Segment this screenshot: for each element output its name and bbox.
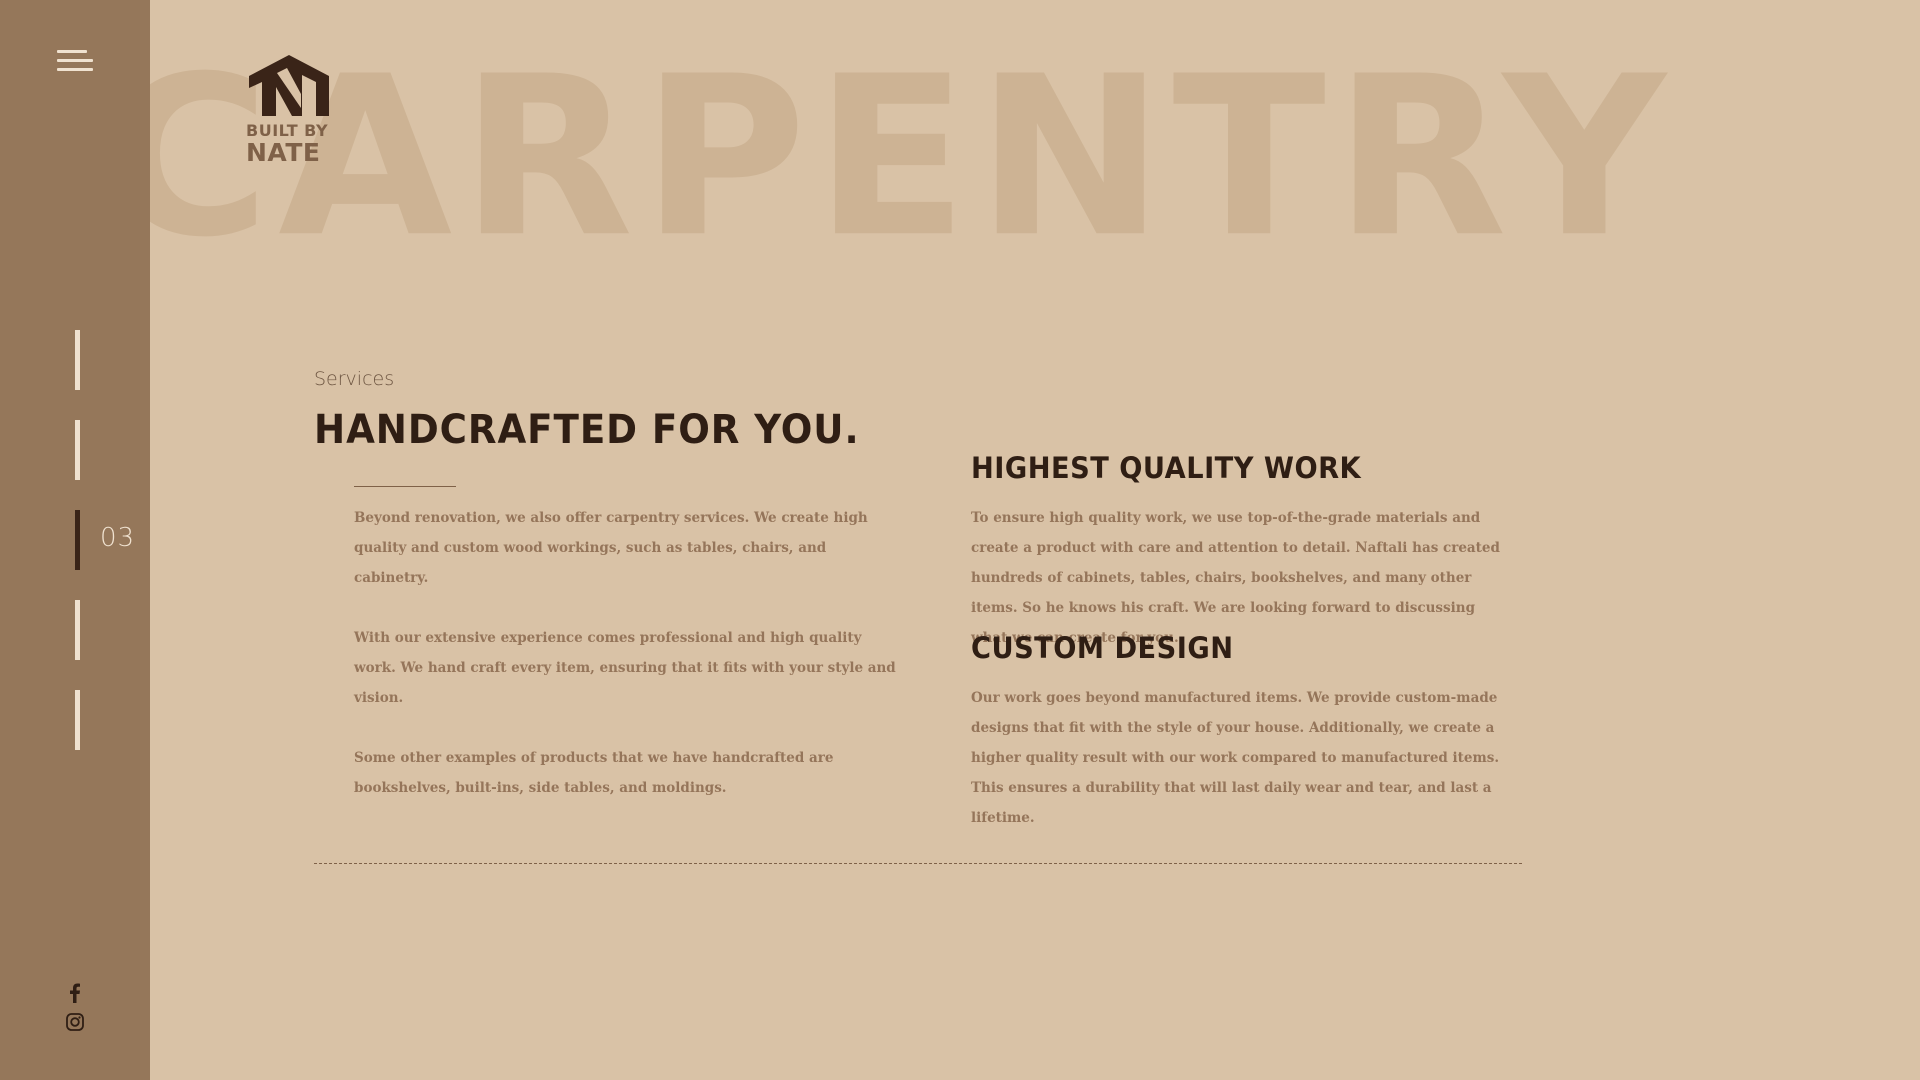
- page-marker-3[interactable]: [75, 510, 80, 570]
- sidebar: 03: [0, 0, 150, 1080]
- feature-custom-design-title: CUSTOM DESIGN: [971, 631, 1234, 665]
- current-page-number: 03: [100, 523, 136, 553]
- page-title: HANDCRAFTED FOR YOU.: [314, 407, 860, 453]
- logo-mark-icon: [249, 55, 329, 116]
- facebook-icon[interactable]: [64, 982, 86, 1004]
- page-marker-4[interactable]: [75, 600, 80, 660]
- section-eyebrow: Services: [314, 368, 395, 390]
- feature-custom-design-text: Our work goes beyond manufactured items.…: [971, 690, 1500, 826]
- intro-paragraph-1: Beyond renovation, we also offer carpent…: [354, 510, 868, 586]
- logo[interactable]: BUILT BY NATE: [246, 54, 332, 166]
- feature-quality: HIGHEST QUALITY WORK To ensure high qual…: [971, 446, 1516, 653]
- section-divider: [314, 863, 1522, 864]
- feature-custom-design: CUSTOM DESIGN Our work goes beyond manuf…: [971, 626, 1516, 833]
- background-word: CARPENTRY: [150, 29, 1674, 287]
- logo-text-nate: NATE: [246, 138, 321, 167]
- feature-quality-title: HIGHEST QUALITY WORK: [971, 451, 1362, 485]
- page-marker-2[interactable]: [75, 420, 80, 480]
- background-word-container: CARPENTRY: [150, 0, 1920, 300]
- intro-text: Beyond renovation, we also offer carpent…: [354, 503, 899, 833]
- intro-paragraph-3: Some other examples of products that we …: [354, 750, 834, 796]
- intro-paragraph-2: With our extensive experience comes prof…: [354, 630, 896, 706]
- instagram-icon[interactable]: [64, 1011, 86, 1033]
- menu-icon[interactable]: [57, 50, 93, 74]
- page-marker-1[interactable]: [75, 330, 80, 390]
- page-marker-5[interactable]: [75, 690, 80, 750]
- title-divider: [354, 486, 456, 487]
